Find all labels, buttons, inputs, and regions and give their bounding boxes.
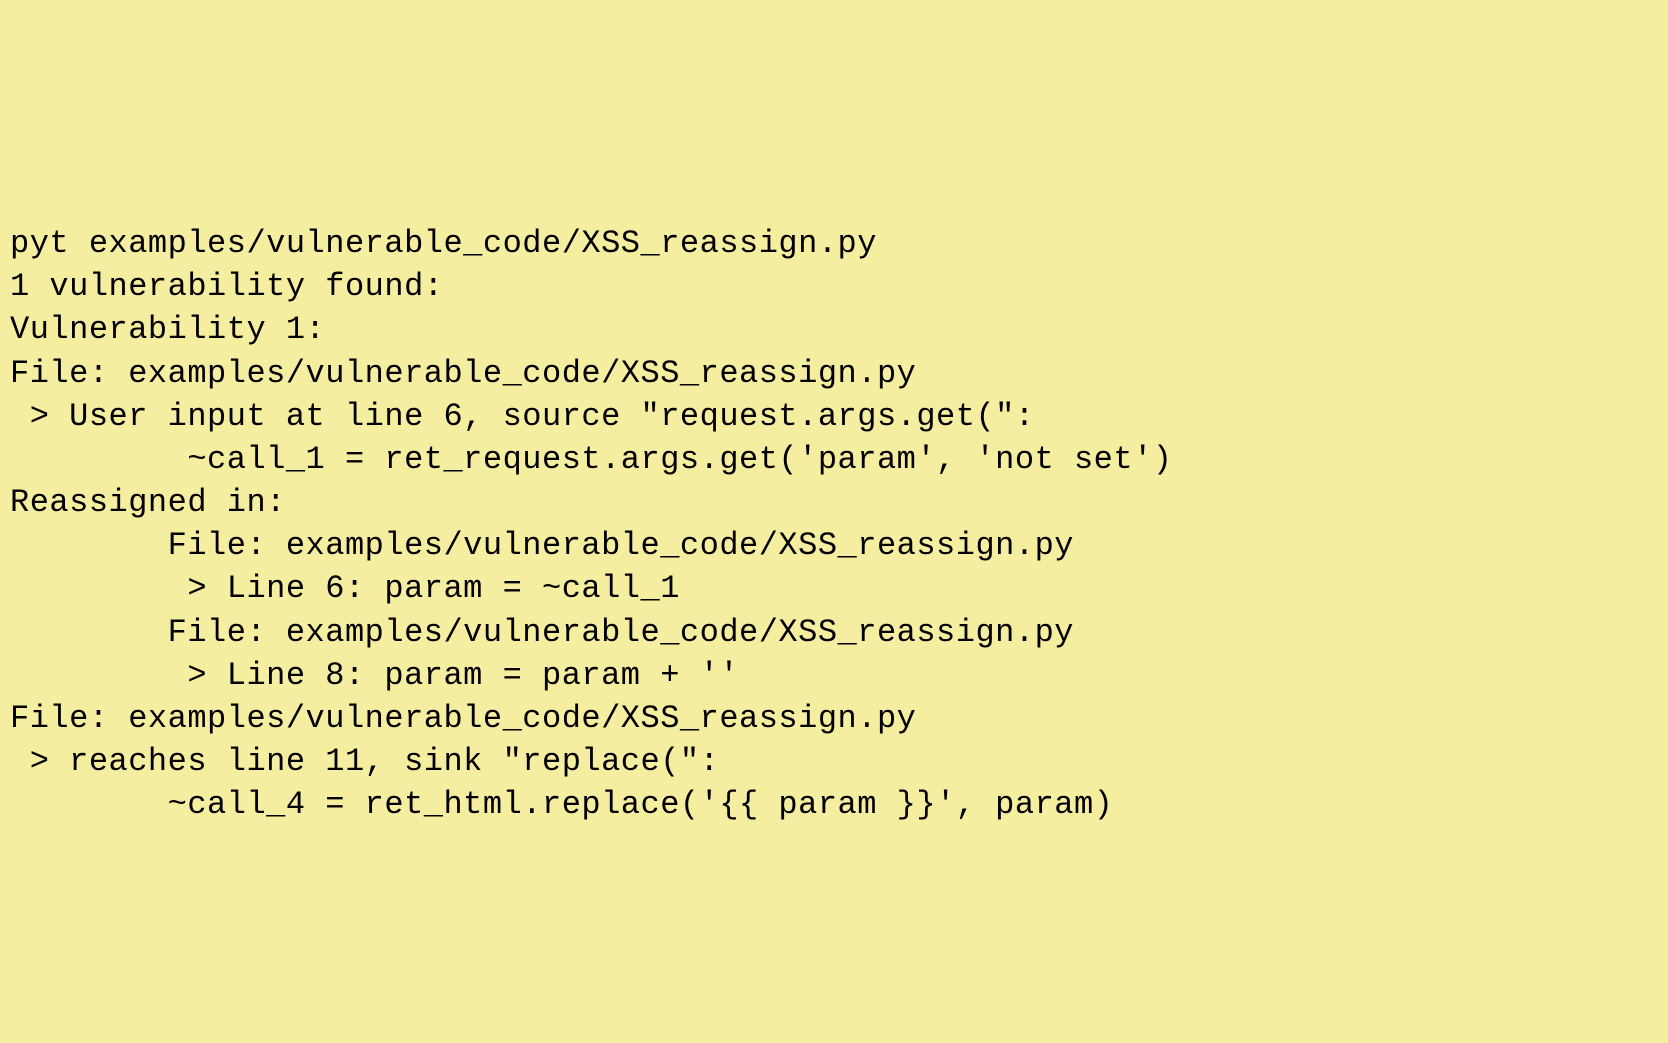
terminal-line: ~call_4 = ret_html.replace('{{ param }}'… xyxy=(10,786,1113,823)
terminal-line: Reassigned in: xyxy=(10,484,286,521)
terminal-line: File: examples/vulnerable_code/XSS_reass… xyxy=(10,700,916,737)
terminal-line: ~call_1 = ret_request.args.get('param', … xyxy=(10,441,1172,478)
terminal-line: File: examples/vulnerable_code/XSS_reass… xyxy=(10,355,916,392)
terminal-line: > Line 6: param = ~call_1 xyxy=(10,570,680,607)
terminal-line: File: examples/vulnerable_code/XSS_reass… xyxy=(10,614,1074,651)
terminal-line: > reaches line 11, sink "replace(": xyxy=(10,743,719,780)
terminal-line: > Line 8: param = param + '' xyxy=(10,657,739,694)
terminal-line: File: examples/vulnerable_code/XSS_reass… xyxy=(10,527,1074,564)
terminal-line: pyt examples/vulnerable_code/XSS_reassig… xyxy=(10,225,877,262)
terminal-line: Vulnerability 1: xyxy=(10,311,325,348)
terminal-output: pyt examples/vulnerable_code/XSS_reassig… xyxy=(10,179,1658,827)
terminal-line: > User input at line 6, source "request.… xyxy=(10,398,1035,435)
terminal-line: 1 vulnerability found: xyxy=(10,268,443,305)
